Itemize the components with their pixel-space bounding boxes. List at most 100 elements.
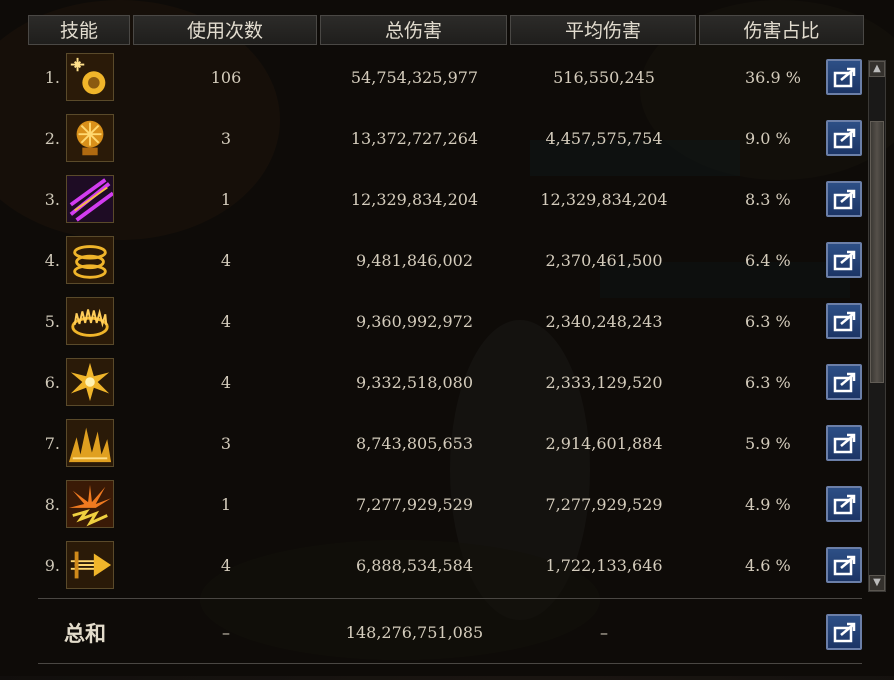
table-row: 6. 4 9,332,518,080 2,333,129,520 6.3 %	[0, 352, 894, 413]
damage-share: 9.0 %	[745, 129, 791, 148]
damage-share: 6.3 %	[745, 312, 791, 331]
table-row: 8. 1 7,277,929,529 7,277,929,529 4.9 %	[0, 474, 894, 535]
rank: 1.	[44, 68, 60, 87]
header-average-damage: 平均伤害	[510, 15, 696, 45]
uses-count: 3	[220, 129, 232, 148]
uses-count: 4	[220, 373, 232, 392]
dash-skill-icon	[66, 541, 114, 589]
divider	[38, 598, 862, 599]
share-icon	[833, 433, 856, 454]
rank: 5.	[44, 312, 60, 331]
header-skill: 技能	[28, 15, 130, 45]
share-icon	[833, 189, 856, 210]
table-row: 2. 3 13,372,727,264 4,457,575,754 9.0 %	[0, 108, 894, 169]
total-damage: 9,360,992,972	[355, 312, 474, 331]
share-button[interactable]	[826, 242, 862, 278]
share-button[interactable]	[826, 486, 862, 522]
total-average: –	[600, 623, 608, 642]
average-damage: 7,277,929,529	[545, 495, 663, 514]
flame-burst-skill-icon	[66, 480, 114, 528]
table-row: 3. 1 12,329,834,204 12,329,834,204 8.3 %	[0, 169, 894, 230]
share-button[interactable]	[826, 547, 862, 583]
uses-count: 1	[220, 190, 232, 209]
total-damage: 12,329,834,204	[350, 190, 479, 209]
share-button[interactable]	[826, 364, 862, 400]
share-icon	[833, 311, 856, 332]
header-damage-share: 伤害占比	[699, 15, 864, 45]
damage-share: 4.6 %	[745, 556, 791, 575]
total-damage: 9,481,846,002	[355, 251, 474, 270]
average-damage: 1,722,133,646	[545, 556, 663, 575]
average-damage: 2,370,461,500	[545, 251, 663, 270]
table-row: 7. 3 8,743,805,653 2,914,601,884 5.9 %	[0, 413, 894, 474]
share-icon	[833, 250, 856, 271]
share-icon	[833, 128, 856, 149]
share-button[interactable]	[826, 59, 862, 95]
total-damage: 9,332,518,080	[355, 373, 474, 392]
uses-count: 4	[220, 312, 232, 331]
explosion-skill-icon	[66, 114, 114, 162]
share-icon	[833, 622, 856, 643]
purple-slash-skill-icon	[66, 175, 114, 223]
table-header: 技能 使用次数 总伤害 平均伤害 伤害占比	[28, 15, 864, 45]
scroll-up-icon[interactable]: ▲	[869, 61, 885, 77]
damage-share: 36.9 %	[745, 68, 801, 87]
table-row: 5. 4 9,360,992,972 2,340,248,243 6.3 %	[0, 291, 894, 352]
total-damage: 7,277,929,529	[355, 495, 474, 514]
total-damage: 13,372,727,264	[350, 129, 479, 148]
grenade-skill-icon	[66, 53, 114, 101]
total-damage: 54,754,325,977	[350, 68, 479, 87]
average-damage: 4,457,575,754	[545, 129, 663, 148]
rank: 9.	[44, 556, 60, 575]
total-damage: 6,888,534,584	[355, 556, 474, 575]
average-damage: 2,914,601,884	[545, 434, 663, 453]
ring-skill-icon	[66, 236, 114, 284]
damage-share: 8.3 %	[745, 190, 791, 209]
scrollbar-thumb[interactable]	[870, 121, 884, 383]
rank: 4.	[44, 251, 60, 270]
rank: 3.	[44, 190, 60, 209]
rank: 7.	[44, 434, 60, 453]
share-button[interactable]	[826, 425, 862, 461]
share-icon	[833, 372, 856, 393]
average-damage: 516,550,245	[553, 68, 655, 87]
average-damage: 2,333,129,520	[545, 373, 663, 392]
share-button[interactable]	[826, 181, 862, 217]
total-row: 总和 – 148,276,751,085 –	[0, 604, 894, 665]
damage-share: 6.3 %	[745, 373, 791, 392]
share-button[interactable]	[826, 120, 862, 156]
uses-count: 106	[210, 68, 242, 87]
share-icon	[833, 494, 856, 515]
total-damage: 8,743,805,653	[355, 434, 474, 453]
fire-ring-skill-icon	[66, 297, 114, 345]
total-label: 总和	[64, 622, 106, 646]
share-total-button[interactable]	[826, 614, 862, 650]
scroll-down-icon[interactable]: ▼	[869, 575, 885, 591]
table-row: 4. 4 9,481,846,002 2,370,461,500 6.4 %	[0, 230, 894, 291]
header-total-damage: 总伤害	[320, 15, 507, 45]
share-button[interactable]	[826, 303, 862, 339]
table-row: 1. 106 54,754,325,977 516,550,245 36.9 %	[0, 47, 894, 108]
header-uses: 使用次数	[133, 15, 317, 45]
total-damage-sum: 148,276,751,085	[345, 623, 484, 642]
scrollbar[interactable]: ▲ ▼	[868, 60, 886, 592]
share-icon	[833, 555, 856, 576]
average-damage: 2,340,248,243	[545, 312, 663, 331]
uses-count: 4	[220, 556, 232, 575]
damage-share: 6.4 %	[745, 251, 791, 270]
rank: 2.	[44, 129, 60, 148]
damage-share: 5.9 %	[745, 434, 791, 453]
rank: 8.	[44, 495, 60, 514]
spike-skill-icon	[66, 419, 114, 467]
damage-share: 4.9 %	[745, 495, 791, 514]
uses-count: 3	[220, 434, 232, 453]
burst-skill-icon	[66, 358, 114, 406]
uses-count: 1	[220, 495, 232, 514]
average-damage: 12,329,834,204	[540, 190, 668, 209]
share-icon	[833, 67, 856, 88]
rank: 6.	[44, 373, 60, 392]
total-uses: –	[222, 623, 230, 642]
bottom-divider	[38, 663, 862, 664]
uses-count: 4	[220, 251, 232, 270]
table-row: 9. 4 6,888,534,584 1,722,133,646 4.6 %	[0, 535, 894, 596]
